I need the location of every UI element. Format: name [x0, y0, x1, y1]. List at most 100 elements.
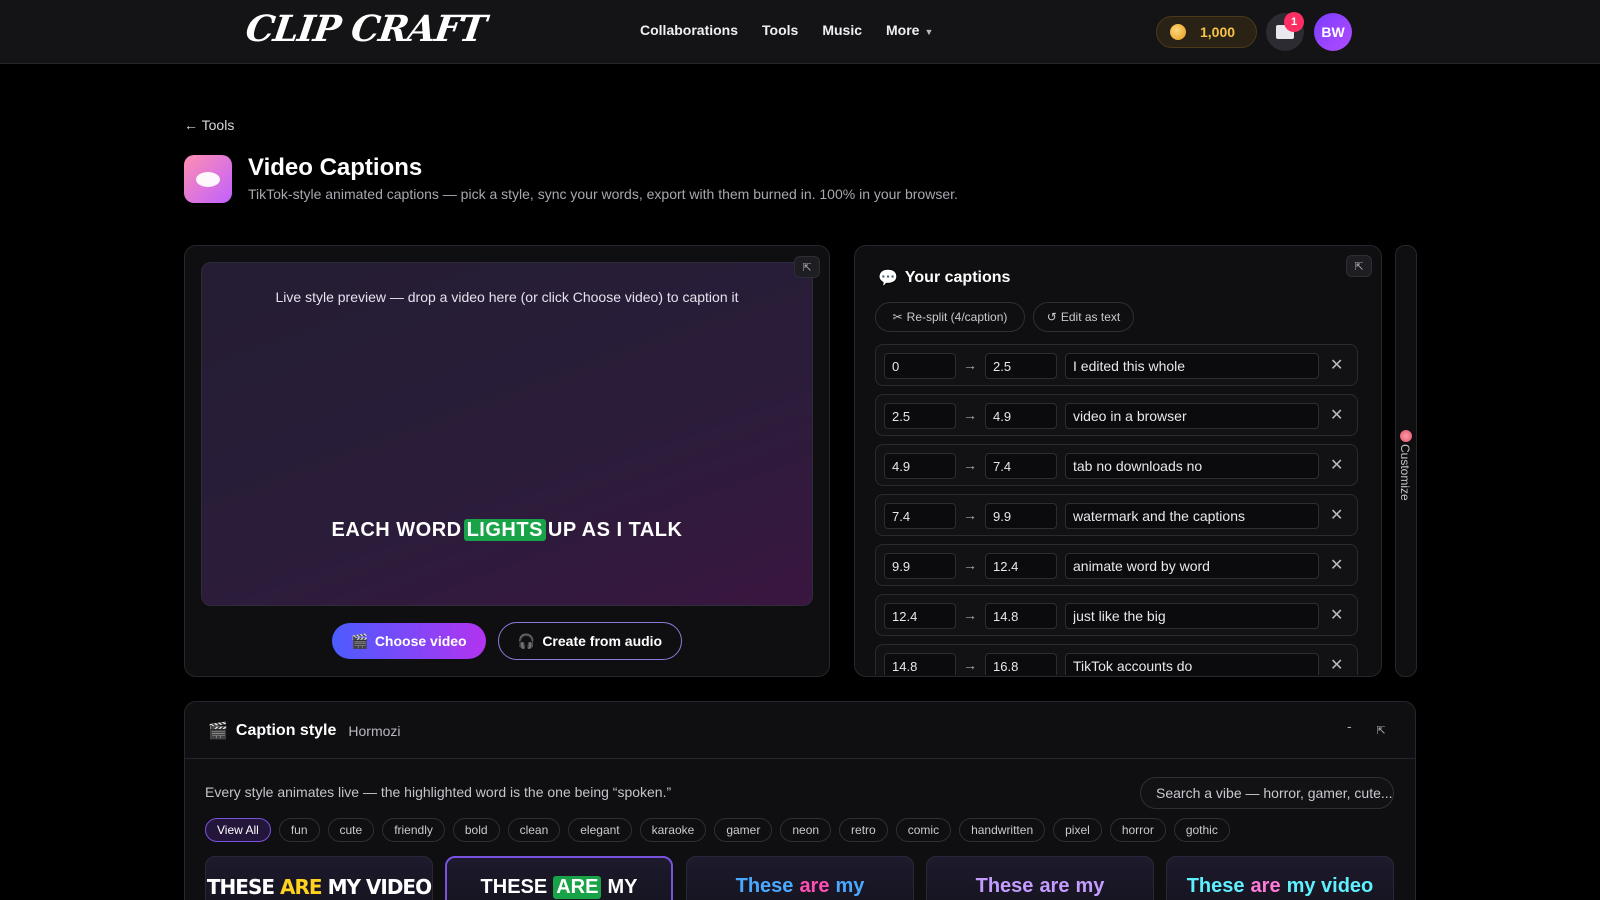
style-card-word-highlight: are — [799, 875, 830, 897]
choose-video-button[interactable]: 🎬 Choose video — [332, 623, 486, 659]
filter-chip-pixel[interactable]: pixel — [1053, 818, 1102, 842]
style-card[interactable]: These are my — [926, 856, 1154, 900]
nav-link-tools[interactable]: Tools — [762, 22, 798, 38]
style-popout-button[interactable]: ⇱ — [1368, 719, 1394, 741]
back-to-tools-link[interactable]: ← Tools — [184, 117, 234, 133]
popout-icon: ⇱ — [802, 261, 812, 274]
filter-chip-gothic[interactable]: gothic — [1173, 818, 1230, 842]
close-icon[interactable]: ✕ — [1330, 405, 1343, 425]
caption-text-input[interactable] — [1065, 453, 1319, 479]
demo-caption: EACH WORD LIGHTS UP AS I TALK — [202, 519, 812, 542]
filter-chip-horror[interactable]: horror — [1109, 818, 1166, 842]
filter-chip-retro[interactable]: retro — [839, 818, 888, 842]
film-icon: 🎬 — [351, 632, 369, 649]
style-card-word-highlight: ARE — [553, 876, 602, 899]
close-icon[interactable]: ✕ — [1330, 605, 1343, 625]
filter-chip-friendly[interactable]: friendly — [382, 818, 445, 842]
collapse-button[interactable]: - — [1347, 718, 1352, 734]
captions-title: Your captions — [904, 269, 1011, 286]
style-card[interactable]: THESE ARE MY VIDEO — [205, 856, 433, 900]
filter-chip-karaoke[interactable]: karaoke — [639, 818, 707, 842]
style-card[interactable]: These are my video — [1166, 856, 1394, 900]
nav-link-collaborations[interactable]: Collaborations — [640, 22, 738, 38]
caption-start-input[interactable] — [884, 653, 956, 675]
drop-zone-hint: Live style preview — drop a video here (… — [275, 289, 739, 305]
caption-start-input[interactable] — [884, 453, 956, 479]
nav-more-menu[interactable]: More ▼ — [886, 22, 933, 38]
popout-icon: ⇱ — [1376, 724, 1386, 737]
user-avatar[interactable]: BW — [1314, 13, 1352, 51]
caption-end-input[interactable] — [985, 503, 1057, 529]
filter-chip-neon[interactable]: neon — [780, 818, 832, 842]
scissors-icon: ✂ — [892, 310, 903, 324]
caption-start-input[interactable] — [884, 603, 956, 629]
captions-header: 💬 Your captions — [878, 268, 1010, 288]
caption-text-input[interactable] — [1065, 553, 1319, 579]
palette-icon — [1400, 430, 1412, 442]
video-captions-app-icon — [184, 155, 232, 203]
style-filter-chips: View All fun cute friendly bold clean el… — [205, 818, 1230, 842]
style-card[interactable]: These are my — [686, 856, 914, 900]
caption-end-input[interactable] — [985, 653, 1057, 675]
close-icon[interactable]: ✕ — [1330, 355, 1343, 375]
caption-row: → ✕ — [875, 394, 1358, 436]
filter-chip-view-all[interactable]: View All — [205, 818, 271, 842]
resplit-button[interactable]: ✂ Re-split (4/caption) — [875, 302, 1025, 332]
nav-link-music[interactable]: Music — [822, 22, 862, 38]
close-icon[interactable]: ✕ — [1330, 505, 1343, 525]
filter-chip-clean[interactable]: clean — [507, 818, 561, 842]
arrow-right-icon: → — [963, 407, 977, 423]
selected-style-name: Hormozi — [348, 723, 401, 739]
preview-popout-button[interactable]: ⇱ — [794, 256, 820, 278]
filter-chip-bold[interactable]: bold — [452, 818, 500, 842]
create-from-audio-button[interactable]: 🎧 Create from audio — [498, 622, 682, 660]
caption-text-input[interactable] — [1065, 403, 1319, 429]
arrow-right-icon: → — [963, 357, 977, 373]
top-nav-bar: CLIP CRAFT Collaborations Tools Music Mo… — [0, 0, 1600, 64]
caption-start-input[interactable] — [884, 503, 956, 529]
caption-text-input[interactable] — [1065, 603, 1319, 629]
caption-start-input[interactable] — [884, 553, 956, 579]
caption-start-input[interactable] — [884, 353, 956, 379]
vibe-search-input[interactable] — [1140, 777, 1394, 809]
style-card-selected[interactable]: THESE ARE MY — [445, 856, 673, 900]
caption-text-input[interactable] — [1065, 353, 1319, 379]
create-from-audio-label: Create from audio — [542, 633, 663, 649]
caption-end-input[interactable] — [985, 553, 1057, 579]
caption-end-input[interactable] — [985, 603, 1057, 629]
caption-end-input[interactable] — [985, 403, 1057, 429]
filter-chip-comic[interactable]: comic — [895, 818, 952, 842]
speech-bubble-icon — [196, 171, 220, 187]
coin-balance[interactable]: 1,000 — [1156, 16, 1257, 48]
close-icon[interactable]: ✕ — [1330, 555, 1343, 575]
style-card-word: my — [835, 875, 865, 897]
caption-row: → ✕ — [875, 444, 1358, 486]
caption-text-input[interactable] — [1065, 503, 1319, 529]
filter-chip-cute[interactable]: cute — [327, 818, 375, 842]
video-drop-zone[interactable]: Live style preview — drop a video here (… — [201, 262, 813, 606]
filter-chip-fun[interactable]: fun — [278, 818, 320, 842]
edit-as-text-label: Edit as text — [1060, 310, 1121, 324]
caption-start-input[interactable] — [884, 403, 956, 429]
filter-chip-elegant[interactable]: elegant — [568, 818, 632, 842]
caption-row: → ✕ — [875, 344, 1358, 386]
caption-rows-list[interactable]: → ✕ → ✕ → ✕ → ✕ → ✕ → ✕ → — [875, 344, 1358, 675]
close-icon[interactable]: ✕ — [1330, 655, 1343, 675]
caption-text-input[interactable] — [1065, 653, 1319, 675]
edit-as-text-button[interactable]: ↺ Edit as text — [1033, 302, 1134, 332]
style-card-word: THESE — [480, 876, 548, 898]
style-card-word-highlight: ARE — [280, 875, 323, 899]
caption-end-input[interactable] — [985, 453, 1057, 479]
captions-popout-button[interactable]: ⇱ — [1346, 255, 1372, 277]
filter-chip-gamer[interactable]: gamer — [714, 818, 773, 842]
clipcraft-logo[interactable]: CLIP CRAFT — [243, 8, 488, 50]
customize-tab-label[interactable]: Customize — [1396, 430, 1416, 510]
popout-icon: ⇱ — [1354, 260, 1364, 273]
caption-style-title: Caption style — [235, 722, 337, 739]
close-icon[interactable]: ✕ — [1330, 455, 1343, 475]
filter-chip-handwritten[interactable]: handwritten — [959, 818, 1046, 842]
caption-end-input[interactable] — [985, 353, 1057, 379]
style-card-word: These — [735, 875, 794, 897]
caption-style-header: 🎬 Caption style Hormozi — [208, 721, 401, 741]
choose-video-label: Choose video — [374, 633, 467, 649]
